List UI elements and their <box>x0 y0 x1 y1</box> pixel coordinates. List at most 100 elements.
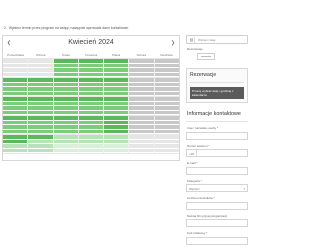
calendar-day[interactable] <box>53 59 79 77</box>
participants-field[interactable] <box>186 201 248 210</box>
time-slot[interactable] <box>78 72 104 77</box>
field-label: E-mail * <box>187 161 198 165</box>
time-slot[interactable] <box>78 148 104 153</box>
calendar-day[interactable] <box>104 59 130 77</box>
calendar-header: ❮ Kwiecień 2024 ❯ <box>3 36 179 50</box>
calendar-day[interactable] <box>129 116 155 134</box>
time-slot[interactable] <box>3 91 28 96</box>
calendar-week <box>3 116 179 135</box>
calendar-day[interactable] <box>28 97 54 115</box>
phone-field[interactable]: +48 <box>186 149 248 157</box>
calendar-day[interactable] <box>3 59 29 77</box>
calendar-day[interactable] <box>53 97 79 115</box>
calendar-day[interactable] <box>129 97 155 115</box>
calendar-day[interactable] <box>53 135 79 153</box>
calendar-day[interactable] <box>104 135 130 153</box>
time-slot[interactable] <box>28 129 53 134</box>
calendar-day[interactable] <box>154 116 179 134</box>
calendar-day[interactable] <box>28 135 54 153</box>
time-slot[interactable] <box>129 148 154 153</box>
time-slot[interactable] <box>3 110 28 115</box>
time-slot[interactable] <box>104 110 129 115</box>
category-select[interactable]: Wybierz ▾ <box>186 184 248 192</box>
time-slot[interactable] <box>104 148 129 153</box>
calendar-icon: ▤ <box>189 37 195 43</box>
time-slot[interactable] <box>154 148 179 153</box>
date-picker-placeholder: Wybierz datę <box>198 38 216 42</box>
calendar-day[interactable] <box>28 59 54 77</box>
date-picker-input[interactable]: ▤ Wybierz datę <box>186 35 248 44</box>
calendar-week <box>3 59 179 78</box>
field-label: Kategoria * <box>187 178 202 183</box>
time-slot[interactable] <box>78 110 104 115</box>
calendar-day[interactable] <box>53 78 79 96</box>
calendar-day[interactable] <box>104 116 130 134</box>
time-slot[interactable] <box>78 91 104 96</box>
contact-title: Informacje kontaktowe <box>186 109 248 122</box>
field-label: Kod rabatowy * <box>187 231 208 235</box>
calendar-day[interactable] <box>78 59 105 77</box>
time-slot[interactable] <box>78 129 104 134</box>
calendar-grid <box>3 59 179 154</box>
calendar-day[interactable] <box>154 97 179 115</box>
calendar-day[interactable] <box>78 135 105 153</box>
time-slot[interactable] <box>104 72 129 77</box>
calendar-week <box>3 78 179 97</box>
calendar-day[interactable] <box>3 116 29 134</box>
time-slot[interactable] <box>3 148 28 153</box>
time-slot[interactable] <box>28 91 53 96</box>
field-label: Nazwa firmy/grupy/organizacji <box>187 213 228 218</box>
name-field[interactable] <box>186 131 248 140</box>
weekday-label: Środa <box>61 53 70 57</box>
calendar-day[interactable] <box>28 78 54 96</box>
time-slot[interactable] <box>154 91 179 96</box>
time-slot[interactable] <box>53 148 78 153</box>
calendar-day[interactable] <box>129 135 155 153</box>
calendar-day[interactable] <box>3 78 29 96</box>
calendar-title: Kwiecień 2024 <box>68 39 114 46</box>
time-slot[interactable] <box>154 110 179 115</box>
time-slot[interactable] <box>104 129 129 134</box>
chevron-right-icon[interactable]: ❯ <box>170 40 176 46</box>
weekday-header: Poniedziałek Wtorek Środa Czwartek Piąte… <box>3 51 179 59</box>
email-field[interactable] <box>186 166 248 175</box>
time-slot[interactable] <box>129 129 154 134</box>
time-slot[interactable] <box>129 91 154 96</box>
country-code[interactable]: +48 <box>187 150 197 156</box>
calendar-day[interactable] <box>3 135 29 153</box>
discount-code-field[interactable] <box>186 236 248 245</box>
calendar-day[interactable] <box>53 116 79 134</box>
calendar-day[interactable] <box>154 78 179 96</box>
time-slot[interactable] <box>104 91 129 96</box>
time-slot[interactable] <box>3 72 28 77</box>
calendar: ❮ Kwiecień 2024 ❯ Poniedziałek Wtorek Śr… <box>2 35 180 161</box>
time-slot[interactable] <box>53 91 78 96</box>
calendar-day[interactable] <box>28 116 54 134</box>
calendar-day[interactable] <box>104 78 130 96</box>
field-label: Imię i nazwisko osoby * <box>187 126 219 130</box>
calendar-day[interactable] <box>78 116 105 134</box>
participants-label: Rezerwacje <box>187 47 203 51</box>
company-field[interactable] <box>186 219 248 227</box>
time-slot[interactable] <box>53 129 78 134</box>
calendar-day[interactable] <box>78 97 105 115</box>
calendar-day[interactable] <box>78 78 105 96</box>
time-slot[interactable] <box>28 110 53 115</box>
time-slot[interactable] <box>129 110 154 115</box>
time-slot[interactable] <box>28 72 53 77</box>
time-slot[interactable] <box>154 72 179 77</box>
participants-stepper[interactable] <box>197 53 215 60</box>
calendar-day[interactable] <box>154 59 179 77</box>
time-slot[interactable] <box>129 72 154 77</box>
time-slot[interactable] <box>28 148 53 153</box>
calendar-day[interactable] <box>104 97 130 115</box>
time-slot[interactable] <box>53 72 78 77</box>
calendar-day[interactable] <box>129 59 155 77</box>
booking-page: { "notice": { "number": "2.", "text": "W… <box>0 0 250 250</box>
time-slot[interactable] <box>53 110 78 115</box>
calendar-day[interactable] <box>154 135 179 153</box>
time-slot[interactable] <box>3 129 28 134</box>
calendar-day[interactable] <box>3 97 29 115</box>
time-slot[interactable] <box>154 129 179 134</box>
calendar-day[interactable] <box>129 78 155 96</box>
